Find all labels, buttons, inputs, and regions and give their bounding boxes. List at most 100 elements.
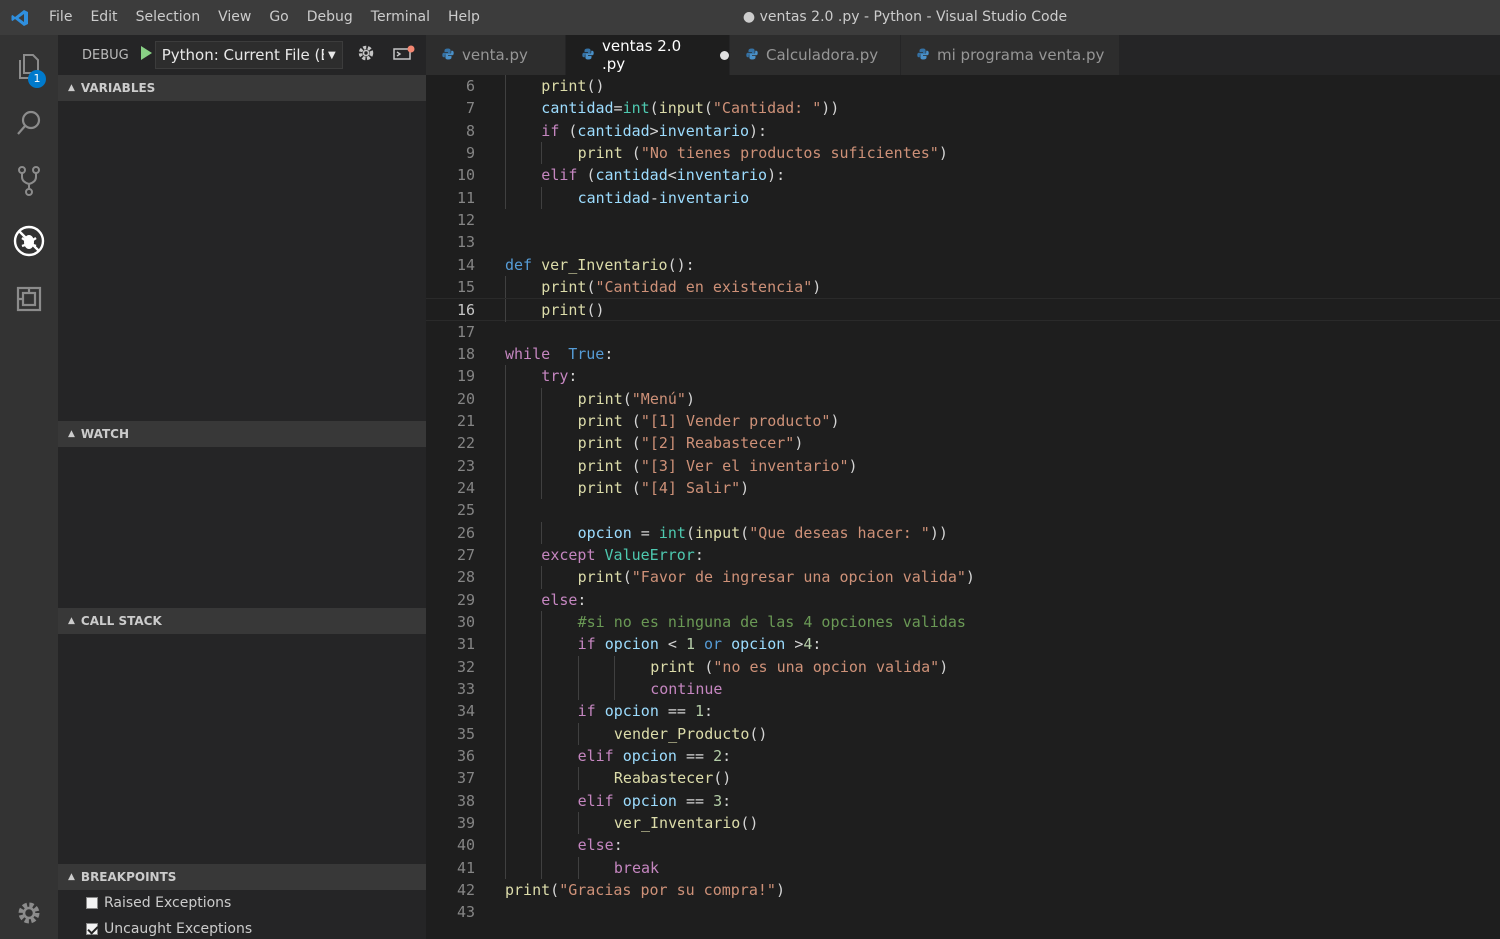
code-line[interactable]: 6 print() bbox=[426, 75, 1500, 98]
unsaved-dot-icon[interactable] bbox=[720, 50, 729, 60]
indent-guide bbox=[505, 610, 506, 634]
code-text: elif opcion == 3: bbox=[577, 791, 732, 810]
code-line[interactable]: 32 print ("no es una opcion valida") bbox=[426, 655, 1500, 678]
code-line[interactable]: 14 def ver_Inventario(): bbox=[426, 254, 1500, 276]
tab-venta-py[interactable]: venta.py bbox=[426, 35, 566, 75]
code-line[interactable]: 16 print() bbox=[426, 298, 1500, 322]
menu-view[interactable]: View bbox=[209, 0, 260, 35]
indent-guide bbox=[541, 610, 543, 634]
code-line[interactable]: 19 try: bbox=[426, 365, 1500, 388]
line-number: 20 bbox=[456, 389, 475, 408]
code-line[interactable]: 21 print ("[1] Vender producto") bbox=[426, 409, 1500, 433]
source-control-icon[interactable] bbox=[0, 155, 58, 207]
code-line[interactable]: 7 cantidad=int(input("Cantidad: ")) bbox=[426, 97, 1500, 120]
code-line[interactable]: 42 print("Gracias por su compra!") bbox=[426, 879, 1500, 901]
code-line[interactable]: 22 print ("[2] Reabastecer") bbox=[426, 432, 1500, 455]
call-stack-section-header[interactable]: ▲ CALL STACK bbox=[58, 608, 426, 634]
menu-terminal[interactable]: Terminal bbox=[362, 0, 439, 35]
indent-guide bbox=[541, 811, 543, 835]
tab-calculadora-py[interactable]: Calculadora.py bbox=[730, 35, 901, 75]
code-line[interactable]: 38 elif opcion == 3: bbox=[426, 789, 1500, 812]
code-line[interactable]: 35 vender_Producto() bbox=[426, 722, 1500, 745]
menu-go[interactable]: Go bbox=[260, 0, 297, 35]
code-line[interactable]: 41 break bbox=[426, 856, 1500, 879]
indent-guide bbox=[505, 767, 506, 790]
extensions-icon[interactable] bbox=[0, 273, 58, 325]
code-line[interactable]: 8 if (cantidad>inventario): bbox=[426, 119, 1500, 142]
start-debugging-icon[interactable] bbox=[139, 45, 153, 65]
code-line[interactable]: 34 if opcion == 1: bbox=[426, 700, 1500, 723]
code-text: print("Favor de ingresar una opcion vali… bbox=[577, 568, 975, 587]
watch-section-header[interactable]: ▲ WATCH bbox=[58, 421, 426, 447]
breakpoints-section-header[interactable]: ▲ BREAKPOINTS bbox=[58, 864, 426, 890]
indent-guide bbox=[505, 834, 506, 857]
code-line[interactable]: 29 else: bbox=[426, 588, 1500, 611]
line-number: 15 bbox=[456, 277, 475, 296]
line-number: 6 bbox=[465, 77, 475, 95]
explorer-icon[interactable]: 1 bbox=[0, 41, 58, 93]
code-line[interactable]: 20 print("Menú") bbox=[426, 387, 1500, 410]
menu-edit[interactable]: Edit bbox=[81, 0, 126, 35]
indent-guide bbox=[541, 789, 543, 812]
code-line[interactable]: 15 print("Cantidad en existencia") bbox=[426, 275, 1500, 299]
code-line[interactable]: 9 print ("No tienes productos suficientes… bbox=[426, 141, 1500, 165]
code-text: opcion = int(input("Que deseas hacer: ")… bbox=[577, 523, 948, 542]
tab-ventas-2-0-py[interactable]: ventas 2.0 .py bbox=[566, 35, 730, 75]
settings-gear-icon[interactable] bbox=[357, 44, 375, 66]
code-line[interactable]: 37 Reabastecer() bbox=[426, 767, 1500, 790]
menu-file[interactable]: File bbox=[40, 0, 81, 35]
indent-guide bbox=[505, 700, 506, 723]
tab-mi-programa-venta-py[interactable]: mi programa venta.py bbox=[901, 35, 1120, 75]
breakpoints-title: BREAKPOINTS bbox=[80, 870, 177, 884]
uncaught-exceptions-checkbox[interactable] bbox=[86, 923, 98, 935]
code-text: try: bbox=[541, 367, 578, 386]
menu-selection[interactable]: Selection bbox=[127, 0, 210, 35]
line-number: 24 bbox=[456, 478, 475, 497]
line-number: 36 bbox=[456, 746, 475, 765]
code-editor[interactable]: 6 print() 7 cantidad=int(input("Cantidad: "… bbox=[426, 75, 1500, 939]
menu-help[interactable]: Help bbox=[439, 0, 489, 35]
code-text: except ValueError: bbox=[541, 545, 704, 564]
code-text: print ("no es una opcion valida") bbox=[650, 657, 949, 676]
menu-debug[interactable]: Debug bbox=[298, 0, 362, 35]
breakpoint-raised-exceptions[interactable]: Raised Exceptions bbox=[86, 895, 231, 911]
code-line[interactable]: 43 bbox=[426, 901, 1500, 923]
code-line[interactable]: 39 ver_Inventario() bbox=[426, 811, 1500, 835]
breakpoint-uncaught-exceptions[interactable]: Uncaught Exceptions bbox=[86, 921, 252, 937]
code-line[interactable]: 40 else: bbox=[426, 834, 1500, 857]
indent-guide bbox=[505, 186, 506, 209]
variables-section-header[interactable]: ▲ VARIABLES bbox=[58, 75, 426, 101]
launch-config-select[interactable]: Python: Current File (E: ▼ bbox=[154, 41, 343, 69]
search-icon[interactable] bbox=[0, 97, 58, 149]
line-number: 31 bbox=[456, 635, 475, 654]
code-line[interactable]: 13 bbox=[426, 231, 1500, 253]
code-line[interactable]: 28 print("Favor de ingresar una opcion va… bbox=[426, 566, 1500, 589]
indent-guide bbox=[505, 722, 506, 745]
code-text: else: bbox=[541, 590, 587, 609]
code-line[interactable]: 11 cantidad-inventario bbox=[426, 186, 1500, 209]
code-line[interactable]: 36 elif opcion == 2: bbox=[426, 744, 1500, 768]
code-line[interactable]: 30 #si no es ninguna de las 4 opciones va… bbox=[426, 610, 1500, 634]
code-line[interactable]: 24 print ("[4] Salir") bbox=[426, 476, 1500, 500]
gear-icon[interactable] bbox=[0, 887, 58, 939]
code-line[interactable]: 31 if opcion < 1 or opcion >4: bbox=[426, 633, 1500, 656]
code-line[interactable]: 27 except ValueError: bbox=[426, 543, 1500, 567]
code-line[interactable]: 23 print ("[3] Ver el inventario") bbox=[426, 454, 1500, 477]
code-text: elif (cantidad<inventario): bbox=[541, 166, 786, 185]
code-line[interactable]: 26 opcion = int(input("Que deseas hacer: … bbox=[426, 521, 1500, 544]
debug-icon[interactable] bbox=[0, 215, 58, 267]
code-line[interactable]: 25 bbox=[426, 499, 1500, 522]
debug-console-icon[interactable] bbox=[392, 45, 415, 65]
indent-guide bbox=[541, 387, 543, 410]
indent-guide bbox=[505, 566, 506, 589]
raised-exceptions-checkbox[interactable] bbox=[86, 897, 98, 909]
line-number: 17 bbox=[456, 322, 475, 341]
breakpoint-label: Raised Exceptions bbox=[104, 895, 232, 911]
line-number: 27 bbox=[456, 545, 475, 564]
code-line[interactable]: 33 continue bbox=[426, 677, 1500, 701]
code-line[interactable]: 18 while True: bbox=[426, 343, 1500, 365]
code-line[interactable]: 12 bbox=[426, 209, 1500, 231]
code-line[interactable]: 10 elif (cantidad<inventario): bbox=[426, 164, 1500, 187]
code-line[interactable]: 17 bbox=[426, 321, 1500, 343]
chevron-down-icon: ▼ bbox=[328, 49, 336, 61]
